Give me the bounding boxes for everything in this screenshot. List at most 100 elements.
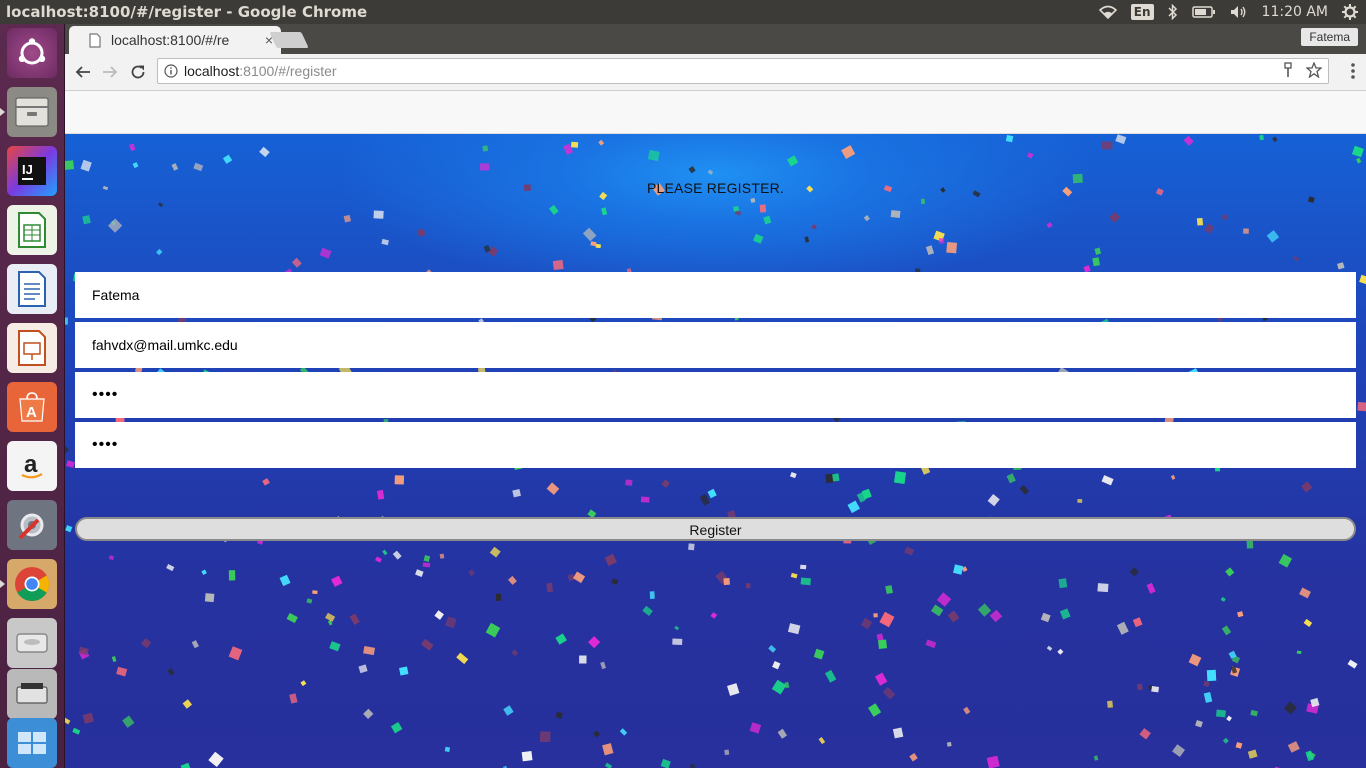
site-info-icon[interactable] bbox=[164, 64, 178, 83]
confetti-piece bbox=[508, 575, 517, 585]
confetti-piece bbox=[291, 257, 302, 268]
confetti-piece bbox=[444, 746, 451, 752]
confetti-piece bbox=[132, 162, 139, 169]
confetti-piece bbox=[201, 569, 207, 576]
tune-icon[interactable] bbox=[1282, 62, 1294, 83]
clock[interactable]: 11:20 AM bbox=[1262, 4, 1328, 20]
confetti-piece bbox=[640, 496, 650, 503]
keyboard-language-indicator[interactable]: En bbox=[1130, 4, 1154, 20]
confetti-piece bbox=[363, 708, 374, 720]
confirm-password-field[interactable]: •••• bbox=[75, 422, 1356, 468]
confetti-piece bbox=[878, 639, 888, 649]
password-field[interactable]: •••• bbox=[75, 372, 1356, 418]
ubuntu-dash-icon[interactable] bbox=[7, 28, 57, 78]
confetti-piece bbox=[306, 598, 313, 604]
confetti-piece bbox=[604, 553, 617, 567]
confetti-piece bbox=[890, 210, 901, 219]
web-page: PLEASE REGISTER. •••• •••• Register bbox=[65, 91, 1366, 768]
system-settings-icon[interactable] bbox=[7, 500, 57, 550]
back-button[interactable] bbox=[73, 62, 93, 82]
confetti-piece bbox=[593, 730, 601, 738]
bluetooth-icon[interactable] bbox=[1168, 4, 1178, 20]
session-gear-icon[interactable] bbox=[1342, 4, 1358, 20]
confetti-piece bbox=[1287, 741, 1300, 753]
confetti-piece bbox=[480, 163, 490, 171]
confetti-piece bbox=[1058, 578, 1068, 589]
confetti-piece bbox=[204, 593, 215, 603]
amazon-icon[interactable]: a bbox=[7, 441, 57, 491]
name-field[interactable] bbox=[75, 272, 1356, 318]
software-center-icon[interactable]: A bbox=[7, 382, 57, 432]
email-field[interactable] bbox=[75, 322, 1356, 368]
bookmark-star-icon[interactable] bbox=[1305, 61, 1323, 83]
confetti-piece bbox=[925, 639, 937, 649]
register-button[interactable]: Register bbox=[75, 517, 1356, 541]
confetti-piece bbox=[107, 218, 123, 233]
confetti-piece bbox=[832, 473, 840, 482]
confetti-piece bbox=[1357, 401, 1366, 412]
browser-tab[interactable]: localhost:8100/#/re × bbox=[69, 26, 281, 54]
confetti-piece bbox=[423, 555, 431, 562]
confetti-piece bbox=[468, 569, 475, 577]
confetti-piece bbox=[768, 645, 777, 653]
libreoffice-calc-icon[interactable] bbox=[7, 205, 57, 255]
confetti-piece bbox=[549, 204, 559, 215]
confetti-piece bbox=[390, 722, 403, 734]
confetti-piece bbox=[521, 751, 533, 762]
confetti-piece bbox=[1222, 737, 1229, 744]
address-bar[interactable]: localhost:8100/#/register bbox=[157, 58, 1329, 84]
confetti-piece bbox=[625, 479, 633, 486]
battery-icon[interactable] bbox=[1191, 6, 1216, 18]
confetti-piece bbox=[1195, 720, 1203, 728]
browser-menu-icon[interactable] bbox=[1350, 62, 1356, 85]
confetti-piece bbox=[1151, 686, 1160, 693]
confetti-piece bbox=[72, 727, 81, 735]
confetti-piece bbox=[930, 604, 944, 617]
confetti-piece bbox=[445, 616, 457, 629]
unity-launcher: IJ A a bbox=[0, 24, 65, 768]
confetti-piece bbox=[790, 572, 798, 579]
files-icon[interactable] bbox=[7, 87, 57, 137]
confetti-piece bbox=[555, 633, 567, 645]
forward-button[interactable] bbox=[100, 62, 120, 82]
confetti-piece bbox=[1243, 228, 1249, 234]
confetti-piece bbox=[727, 683, 740, 696]
libreoffice-writer-icon[interactable] bbox=[7, 264, 57, 314]
confetti-piece bbox=[1183, 135, 1194, 146]
confetti-piece bbox=[1305, 750, 1314, 762]
reload-button[interactable] bbox=[128, 62, 148, 82]
volume-icon[interactable] bbox=[1230, 5, 1248, 19]
confetti-piece bbox=[1308, 196, 1315, 203]
confetti-piece bbox=[588, 636, 601, 649]
confetti-piece bbox=[986, 755, 1000, 768]
confetti-piece bbox=[503, 705, 514, 716]
confetti-piece bbox=[546, 482, 560, 495]
confetti-piece bbox=[987, 494, 1000, 507]
libreoffice-impress-icon[interactable] bbox=[7, 323, 57, 373]
intellij-icon[interactable]: IJ bbox=[7, 146, 57, 196]
register-content: PLEASE REGISTER. •••• •••• Register bbox=[65, 134, 1366, 768]
confetti-piece bbox=[1220, 596, 1226, 602]
confetti-piece bbox=[800, 564, 807, 570]
scanner-icon[interactable] bbox=[7, 669, 57, 719]
confetti-piece bbox=[191, 640, 199, 649]
confetti-piece bbox=[733, 205, 740, 212]
confetti-piece bbox=[1046, 645, 1053, 651]
new-tab-button[interactable] bbox=[269, 32, 309, 48]
confetti-piece bbox=[349, 613, 360, 626]
workspace-switcher-icon[interactable] bbox=[7, 718, 57, 768]
confetti-piece bbox=[111, 656, 117, 663]
drive-icon[interactable] bbox=[7, 618, 57, 668]
browser-toolbar: localhost:8100/#/register bbox=[65, 54, 1366, 91]
confetti-piece bbox=[434, 610, 444, 620]
confetti-piece bbox=[80, 159, 92, 172]
confetti-piece bbox=[1188, 653, 1202, 667]
chrome-icon[interactable] bbox=[7, 559, 57, 609]
confetti-piece bbox=[1215, 709, 1226, 718]
confetti-piece bbox=[947, 610, 960, 623]
profile-button[interactable]: Fatema bbox=[1301, 28, 1358, 46]
confetti-piece bbox=[642, 605, 653, 616]
wifi-icon[interactable] bbox=[1098, 5, 1117, 19]
confetti-piece bbox=[375, 556, 382, 563]
svg-text:IJ: IJ bbox=[22, 162, 33, 177]
